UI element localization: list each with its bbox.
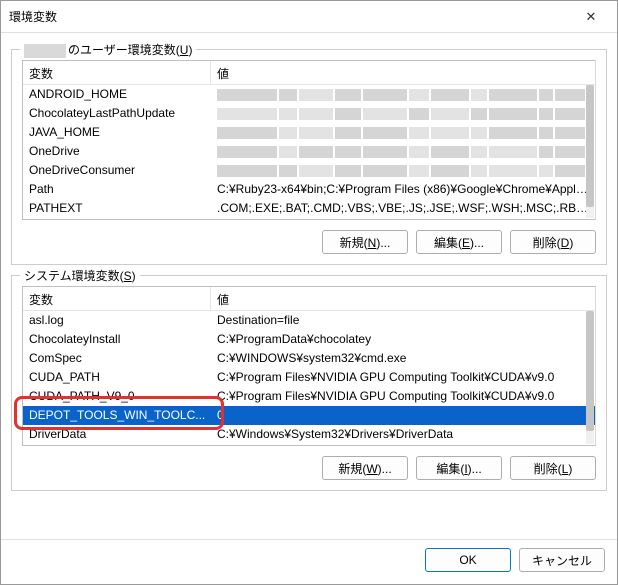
system-vars-list[interactable]: 変数 値 asl.logDestination=fileChocolateyIn… bbox=[22, 286, 596, 446]
var-value: 0 bbox=[211, 406, 595, 425]
list-header: 変数 値 bbox=[23, 287, 595, 311]
table-row[interactable]: PathC:¥Ruby23-x64¥bin;C:¥Program Files (… bbox=[23, 180, 595, 199]
var-name: CUDA_PATH bbox=[23, 368, 211, 387]
table-row[interactable]: OneDriveConsumer bbox=[23, 161, 595, 180]
var-name: Path bbox=[23, 180, 211, 199]
scroll-thumb[interactable] bbox=[586, 311, 594, 431]
delete-button[interactable]: 削除(D) bbox=[510, 230, 596, 254]
table-row[interactable]: ChocolateyLastPathUpdate bbox=[23, 104, 595, 123]
var-value bbox=[211, 85, 595, 104]
dialog-footer: OK キャンセル bbox=[1, 539, 617, 584]
close-icon: ✕ bbox=[586, 9, 597, 25]
table-row[interactable]: ChocolateyInstallC:¥ProgramData¥chocolat… bbox=[23, 330, 595, 349]
var-name: ChocolateyLastPathUpdate bbox=[23, 104, 211, 123]
edit-button[interactable]: 編集(E)... bbox=[416, 230, 502, 254]
table-row[interactable]: CUDA_PATH_V9_0C:¥Program Files¥NVIDIA GP… bbox=[23, 387, 595, 406]
user-vars-list[interactable]: 変数 値 ANDROID_HOMEChocolateyLastPathUpdat… bbox=[22, 60, 596, 220]
var-value: C:¥Windows¥System32¥Drivers¥DriverData bbox=[211, 425, 595, 444]
table-row[interactable]: DEPOT_TOOLS_WIN_TOOLC...0 bbox=[23, 406, 595, 425]
var-name: OneDriveConsumer bbox=[23, 161, 211, 180]
var-value: C:¥Ruby23-x64¥bin;C:¥Program Files (x86)… bbox=[211, 180, 595, 199]
scroll-thumb[interactable] bbox=[586, 85, 594, 207]
user-vars-group: のユーザー環境変数(U) 変数 値 ANDROID_HOMEChocolatey… bbox=[11, 49, 607, 265]
system-vars-legend: システム環境変数(S) bbox=[20, 267, 140, 284]
close-button[interactable]: ✕ bbox=[573, 3, 609, 31]
table-row[interactable]: CUDA_PATHC:¥Program Files¥NVIDIA GPU Com… bbox=[23, 368, 595, 387]
table-row[interactable]: OneDrive bbox=[23, 142, 595, 161]
cancel-button[interactable]: キャンセル bbox=[519, 548, 605, 572]
new-button[interactable]: 新規(W)... bbox=[322, 456, 408, 480]
header-value[interactable]: 値 bbox=[211, 287, 595, 310]
var-name: DEPOT_TOOLS_WIN_TOOLC... bbox=[23, 406, 211, 425]
var-value bbox=[211, 142, 595, 161]
edit-button[interactable]: 編集(I)... bbox=[416, 456, 502, 480]
delete-button[interactable]: 削除(L) bbox=[510, 456, 596, 480]
list-header: 変数 値 bbox=[23, 61, 595, 85]
var-name: ANDROID_HOME bbox=[23, 85, 211, 104]
table-row[interactable]: DriverDataC:¥Windows¥System32¥Drivers¥Dr… bbox=[23, 425, 595, 444]
var-value: C:¥WINDOWS¥system32¥cmd.exe bbox=[211, 349, 595, 368]
table-row[interactable]: JAVA_HOME bbox=[23, 123, 595, 142]
var-name: CUDA_PATH_V9_0 bbox=[23, 387, 211, 406]
var-value: .COM;.EXE;.BAT;.CMD;.VBS;.VBE;.JS;.JSE;.… bbox=[211, 199, 595, 218]
header-name[interactable]: 変数 bbox=[23, 61, 211, 84]
var-name: ChocolateyInstall bbox=[23, 330, 211, 349]
new-button[interactable]: 新規(N)... bbox=[322, 230, 408, 254]
env-vars-dialog: 環境変数 ✕ のユーザー環境変数(U) 変数 値 ANDROID_HOMECho… bbox=[0, 0, 618, 585]
system-vars-group: システム環境変数(S) 変数 値 asl.logDestination=file… bbox=[11, 275, 607, 491]
user-vars-legend: のユーザー環境変数(U) bbox=[20, 41, 196, 58]
var-name: ComSpec bbox=[23, 349, 211, 368]
header-value[interactable]: 値 bbox=[211, 61, 595, 84]
var-value: C:¥Program Files¥NVIDIA GPU Computing To… bbox=[211, 387, 595, 406]
ok-button[interactable]: OK bbox=[425, 548, 511, 572]
var-value bbox=[211, 123, 595, 142]
var-name: OneDrive bbox=[23, 142, 211, 161]
var-name: asl.log bbox=[23, 311, 211, 330]
table-row[interactable]: ANDROID_HOME bbox=[23, 85, 595, 104]
redacted-username bbox=[24, 44, 66, 58]
var-value bbox=[211, 161, 595, 180]
var-name: JAVA_HOME bbox=[23, 123, 211, 142]
scrollbar[interactable] bbox=[586, 85, 594, 218]
table-row[interactable]: asl.logDestination=file bbox=[23, 311, 595, 330]
var-name: PATHEXT bbox=[23, 199, 211, 218]
table-row[interactable]: ComSpecC:¥WINDOWS¥system32¥cmd.exe bbox=[23, 349, 595, 368]
var-value: C:¥ProgramData¥chocolatey bbox=[211, 330, 595, 349]
var-name: DriverData bbox=[23, 425, 211, 444]
system-button-row: 新規(W)... 編集(I)... 削除(L) bbox=[22, 456, 596, 480]
titlebar: 環境変数 ✕ bbox=[1, 1, 617, 33]
scrollbar[interactable] bbox=[586, 311, 594, 444]
var-value: Destination=file bbox=[211, 311, 595, 330]
window-title: 環境変数 bbox=[9, 8, 573, 25]
var-value: C:¥Program Files¥NVIDIA GPU Computing To… bbox=[211, 368, 595, 387]
table-row[interactable]: PATHEXT.COM;.EXE;.BAT;.CMD;.VBS;.VBE;.JS… bbox=[23, 199, 595, 218]
var-value bbox=[211, 104, 595, 123]
user-button-row: 新規(N)... 編集(E)... 削除(D) bbox=[22, 230, 596, 254]
dialog-content: のユーザー環境変数(U) 変数 値 ANDROID_HOMEChocolatey… bbox=[1, 33, 617, 539]
header-name[interactable]: 変数 bbox=[23, 287, 211, 310]
